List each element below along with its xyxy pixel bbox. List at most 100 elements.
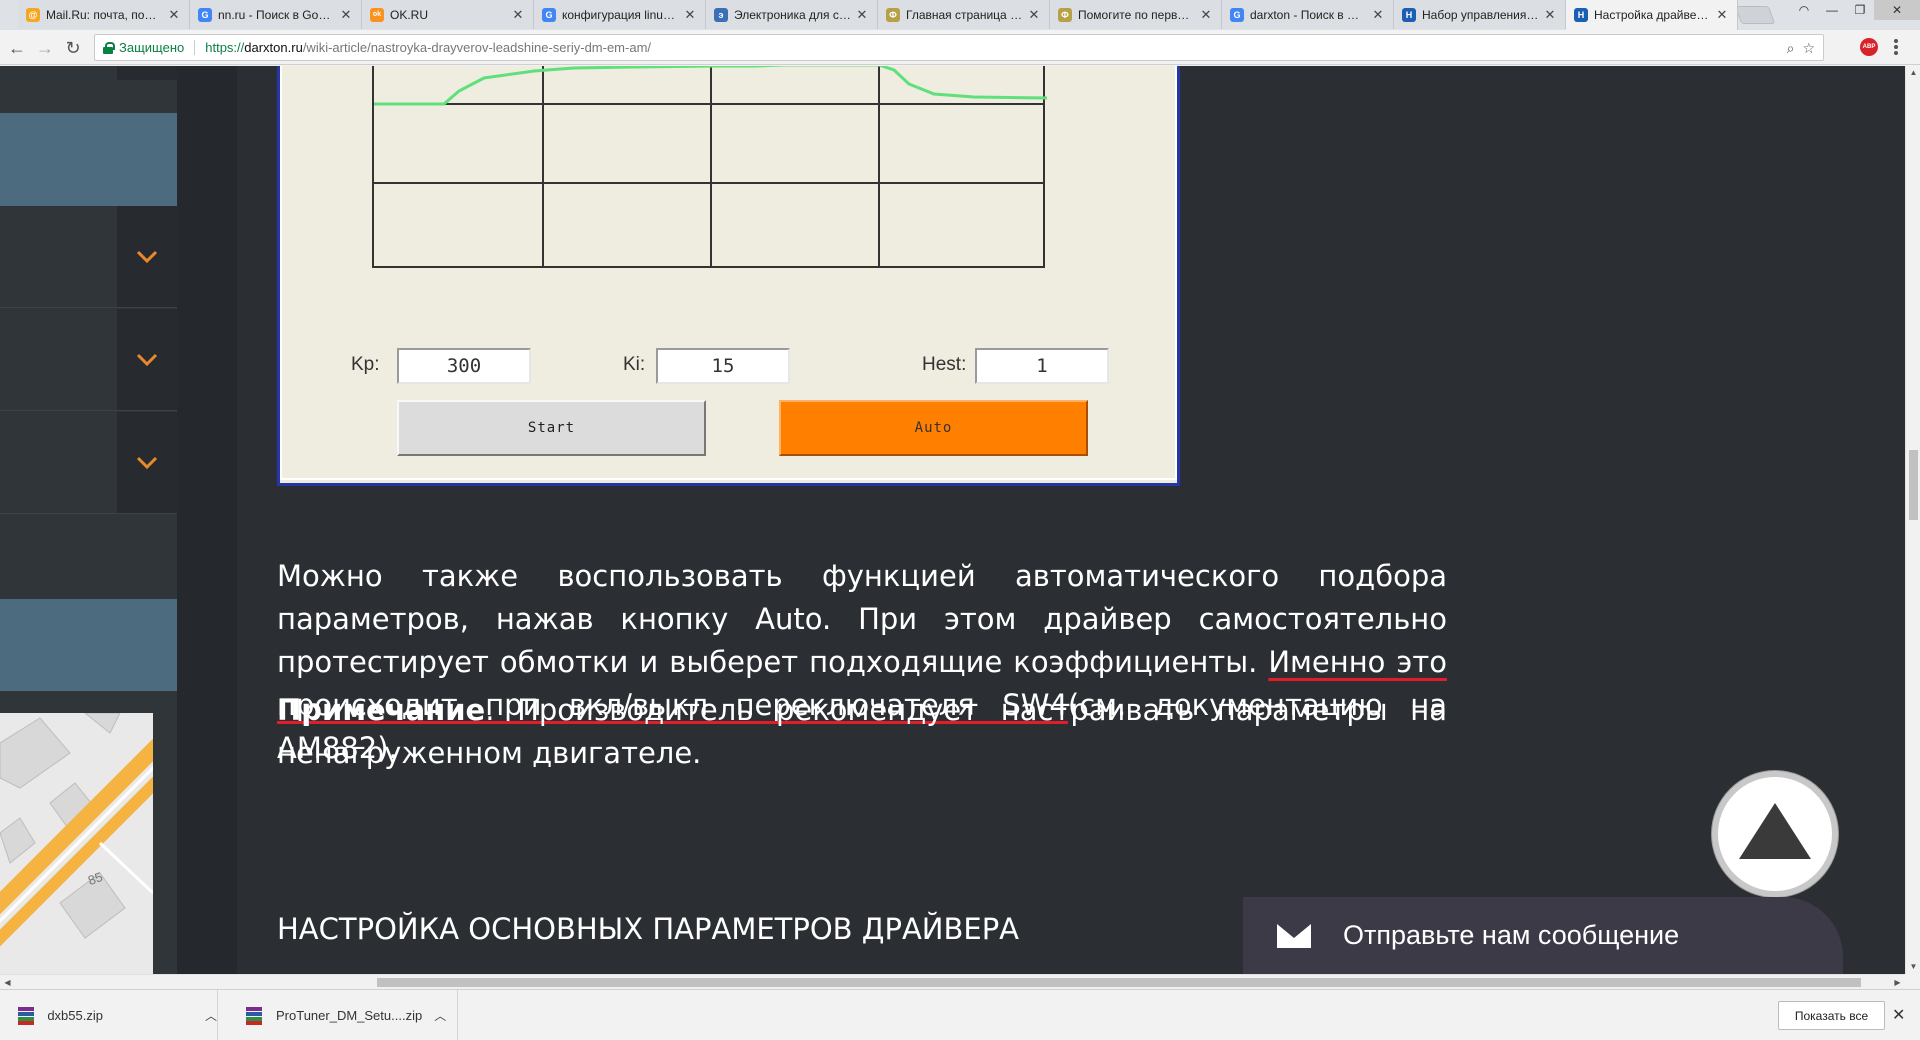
- secure-label: Защищено: [119, 40, 196, 55]
- tab-title: Главная страница - Форум: [906, 7, 1023, 22]
- tab-control-kit[interactable]: Н Набор управления станком ✕: [1394, 0, 1566, 29]
- start-button[interactable]: Start: [397, 400, 706, 456]
- tab-close-icon[interactable]: ✕: [339, 7, 353, 23]
- url-bar[interactable]: Защищено https://darxton.ru/wiki-article…: [94, 34, 1824, 61]
- auto-button[interactable]: Auto: [779, 400, 1088, 456]
- tab-close-icon[interactable]: ✕: [167, 7, 181, 23]
- site-icon: Н: [1574, 8, 1588, 22]
- download-item-2[interactable]: ProTuner_DM_Setu....zip ︿: [246, 990, 458, 1040]
- tab-title: конфигурация linuxCNC: [562, 7, 679, 22]
- tab-forum-main[interactable]: Ф Главная страница - Форум ✕: [878, 0, 1050, 29]
- forward-icon[interactable]: →: [34, 37, 56, 59]
- tab-close-icon[interactable]: ✕: [1715, 7, 1729, 23]
- tab-forum-help[interactable]: Ф Помогите по первой настройке ✕: [1050, 0, 1222, 29]
- url-text[interactable]: https://darxton.ru/wiki-article/nastroyk…: [195, 40, 651, 55]
- google-icon: G: [198, 7, 212, 22]
- horizontal-scrollbar[interactable]: ◀ ▶: [0, 974, 1905, 989]
- tab-close-icon[interactable]: ✕: [855, 7, 869, 23]
- map-thumbnail[interactable]: 85: [0, 713, 153, 974]
- chevron-up-icon[interactable]: ︿: [434, 1007, 446, 1024]
- tab-okru[interactable]: ok OK.RU ✕: [362, 0, 534, 29]
- scroll-left-arrow-icon[interactable]: ◀: [0, 975, 15, 990]
- download-filename: ProTuner_DM_Setu....zip: [276, 1008, 423, 1023]
- url-host: darxton.ru: [244, 40, 303, 55]
- vertical-scrollbar[interactable]: ▲ ▼: [1905, 66, 1920, 974]
- show-all-downloads-button[interactable]: Показать все: [1778, 1001, 1885, 1030]
- tab-title: Настройка драйверов Leadshine: [1594, 8, 1711, 22]
- chevron-down-icon[interactable]: [117, 412, 177, 513]
- tuning-graph: [372, 66, 1047, 268]
- browser-menu-icon[interactable]: [1894, 39, 1898, 55]
- ki-input[interactable]: 15: [656, 348, 790, 384]
- tab-close-icon[interactable]: ✕: [1371, 7, 1385, 23]
- sidebar-highlight-block-2[interactable]: [0, 599, 177, 691]
- back-icon[interactable]: ←: [6, 37, 28, 59]
- google-icon: G: [542, 7, 556, 22]
- archive-file-icon: [18, 1006, 34, 1025]
- tab-linuxcnc[interactable]: G конфигурация linuxCNC ✕: [534, 0, 706, 29]
- sidebar-highlight-block[interactable]: [0, 113, 177, 206]
- tab-electronics[interactable]: э Электроника для станков ✕: [706, 0, 878, 29]
- sidebar-collapsible-row-2[interactable]: [0, 309, 177, 411]
- lock-icon: [103, 42, 115, 54]
- close-shelf-icon[interactable]: ✕: [1892, 1005, 1905, 1025]
- maximize-icon[interactable]: ❐: [1846, 0, 1874, 20]
- sidebar-collapsible-row-3[interactable]: [0, 412, 177, 514]
- archive-file-icon: [246, 1006, 262, 1025]
- kp-input[interactable]: 300: [397, 348, 531, 384]
- reload-icon[interactable]: ↻: [62, 37, 84, 59]
- chevron-down-icon[interactable]: [117, 309, 177, 410]
- forum-icon: Ф: [886, 7, 900, 22]
- scroll-right-arrow-icon[interactable]: ▶: [1890, 975, 1905, 990]
- sidebar-collapsible-row-1[interactable]: [0, 206, 177, 308]
- bookmark-star-icon[interactable]: ☆: [1802, 40, 1815, 57]
- tab-close-icon[interactable]: ✕: [1199, 7, 1213, 23]
- tab-mailru[interactable]: @ Mail.Ru: почта, поиск в интернете ✕: [18, 0, 190, 29]
- scroll-up-arrow-icon[interactable]: ▲: [1906, 66, 1920, 80]
- tab-close-icon[interactable]: ✕: [511, 7, 525, 23]
- scroll-to-top-button[interactable]: [1712, 771, 1838, 897]
- tab-title: Электроника для станков: [734, 7, 851, 22]
- omnibox-icons: ⌕ ☆: [1787, 40, 1815, 57]
- tab-title: OK.RU: [390, 7, 429, 22]
- tab-title: Помогите по первой настройке: [1078, 7, 1195, 22]
- tab-active-leadshine[interactable]: Н Настройка драйверов Leadshine ✕: [1566, 0, 1738, 30]
- tab-title: darxton - Поиск в Google: [1250, 7, 1367, 22]
- content-gutter: [177, 66, 237, 974]
- user-icon[interactable]: ◠: [1790, 0, 1818, 20]
- scroll-down-arrow-icon[interactable]: ▼: [1906, 960, 1920, 974]
- download-item-1[interactable]: dxb55.zip ︿: [18, 990, 218, 1040]
- vertical-scroll-thumb[interactable]: [1909, 450, 1918, 520]
- tab-strip: @ Mail.Ru: почта, поиск в интернете ✕ G …: [0, 0, 1920, 30]
- minimize-icon[interactable]: —: [1818, 0, 1846, 20]
- url-path: /wiki-article/nastroyka-drayverov-leadsh…: [302, 40, 652, 55]
- page-viewport: 85 Kp: 300 Ki: 15 Hest: 1 Start Auto Мож…: [0, 66, 1905, 974]
- zoom-icon[interactable]: ⌕: [1787, 40, 1795, 57]
- tab-close-icon[interactable]: ✕: [1543, 7, 1557, 23]
- tab-close-icon[interactable]: ✕: [1027, 7, 1041, 23]
- left-sidebar: 85: [0, 66, 177, 974]
- adblock-icon[interactable]: ABP: [1860, 38, 1878, 56]
- chat-widget[interactable]: Отправьте нам сообщение: [1243, 897, 1843, 974]
- site-icon: э: [714, 7, 728, 22]
- chevron-up-icon[interactable]: ︿: [205, 1007, 217, 1024]
- chevron-down-icon[interactable]: [117, 206, 177, 307]
- hest-input[interactable]: 1: [975, 348, 1109, 384]
- download-filename: dxb55.zip: [47, 1008, 103, 1023]
- url-scheme: https://: [205, 40, 245, 55]
- tab-darxton-search[interactable]: G darxton - Поиск в Google ✕: [1222, 0, 1394, 29]
- close-window-icon[interactable]: ✕: [1874, 0, 1920, 20]
- google-icon: G: [1230, 7, 1244, 22]
- section-heading: НАСТРОЙКА ОСНОВНЫХ ПАРАМЕТРОВ ДРАЙВЕРА: [277, 912, 1020, 946]
- new-tab-button[interactable]: [1734, 6, 1776, 24]
- tab-nnru[interactable]: G nn.ru - Поиск в Google ✕: [190, 0, 362, 29]
- tab-close-icon[interactable]: ✕: [683, 7, 697, 23]
- tab-title: nn.ru - Поиск в Google: [218, 7, 335, 22]
- horizontal-scroll-thumb[interactable]: [377, 978, 1861, 987]
- tab-title: Набор управления станком: [1422, 7, 1539, 22]
- envelope-icon: [1277, 923, 1311, 948]
- tab-title: Mail.Ru: почта, поиск в интернете: [46, 7, 163, 22]
- address-toolbar: ← → ↻ Защищено https://darxton.ru/wiki-a…: [0, 30, 1920, 65]
- ok-icon: ok: [370, 7, 384, 22]
- arrow-up-icon: [1739, 803, 1811, 859]
